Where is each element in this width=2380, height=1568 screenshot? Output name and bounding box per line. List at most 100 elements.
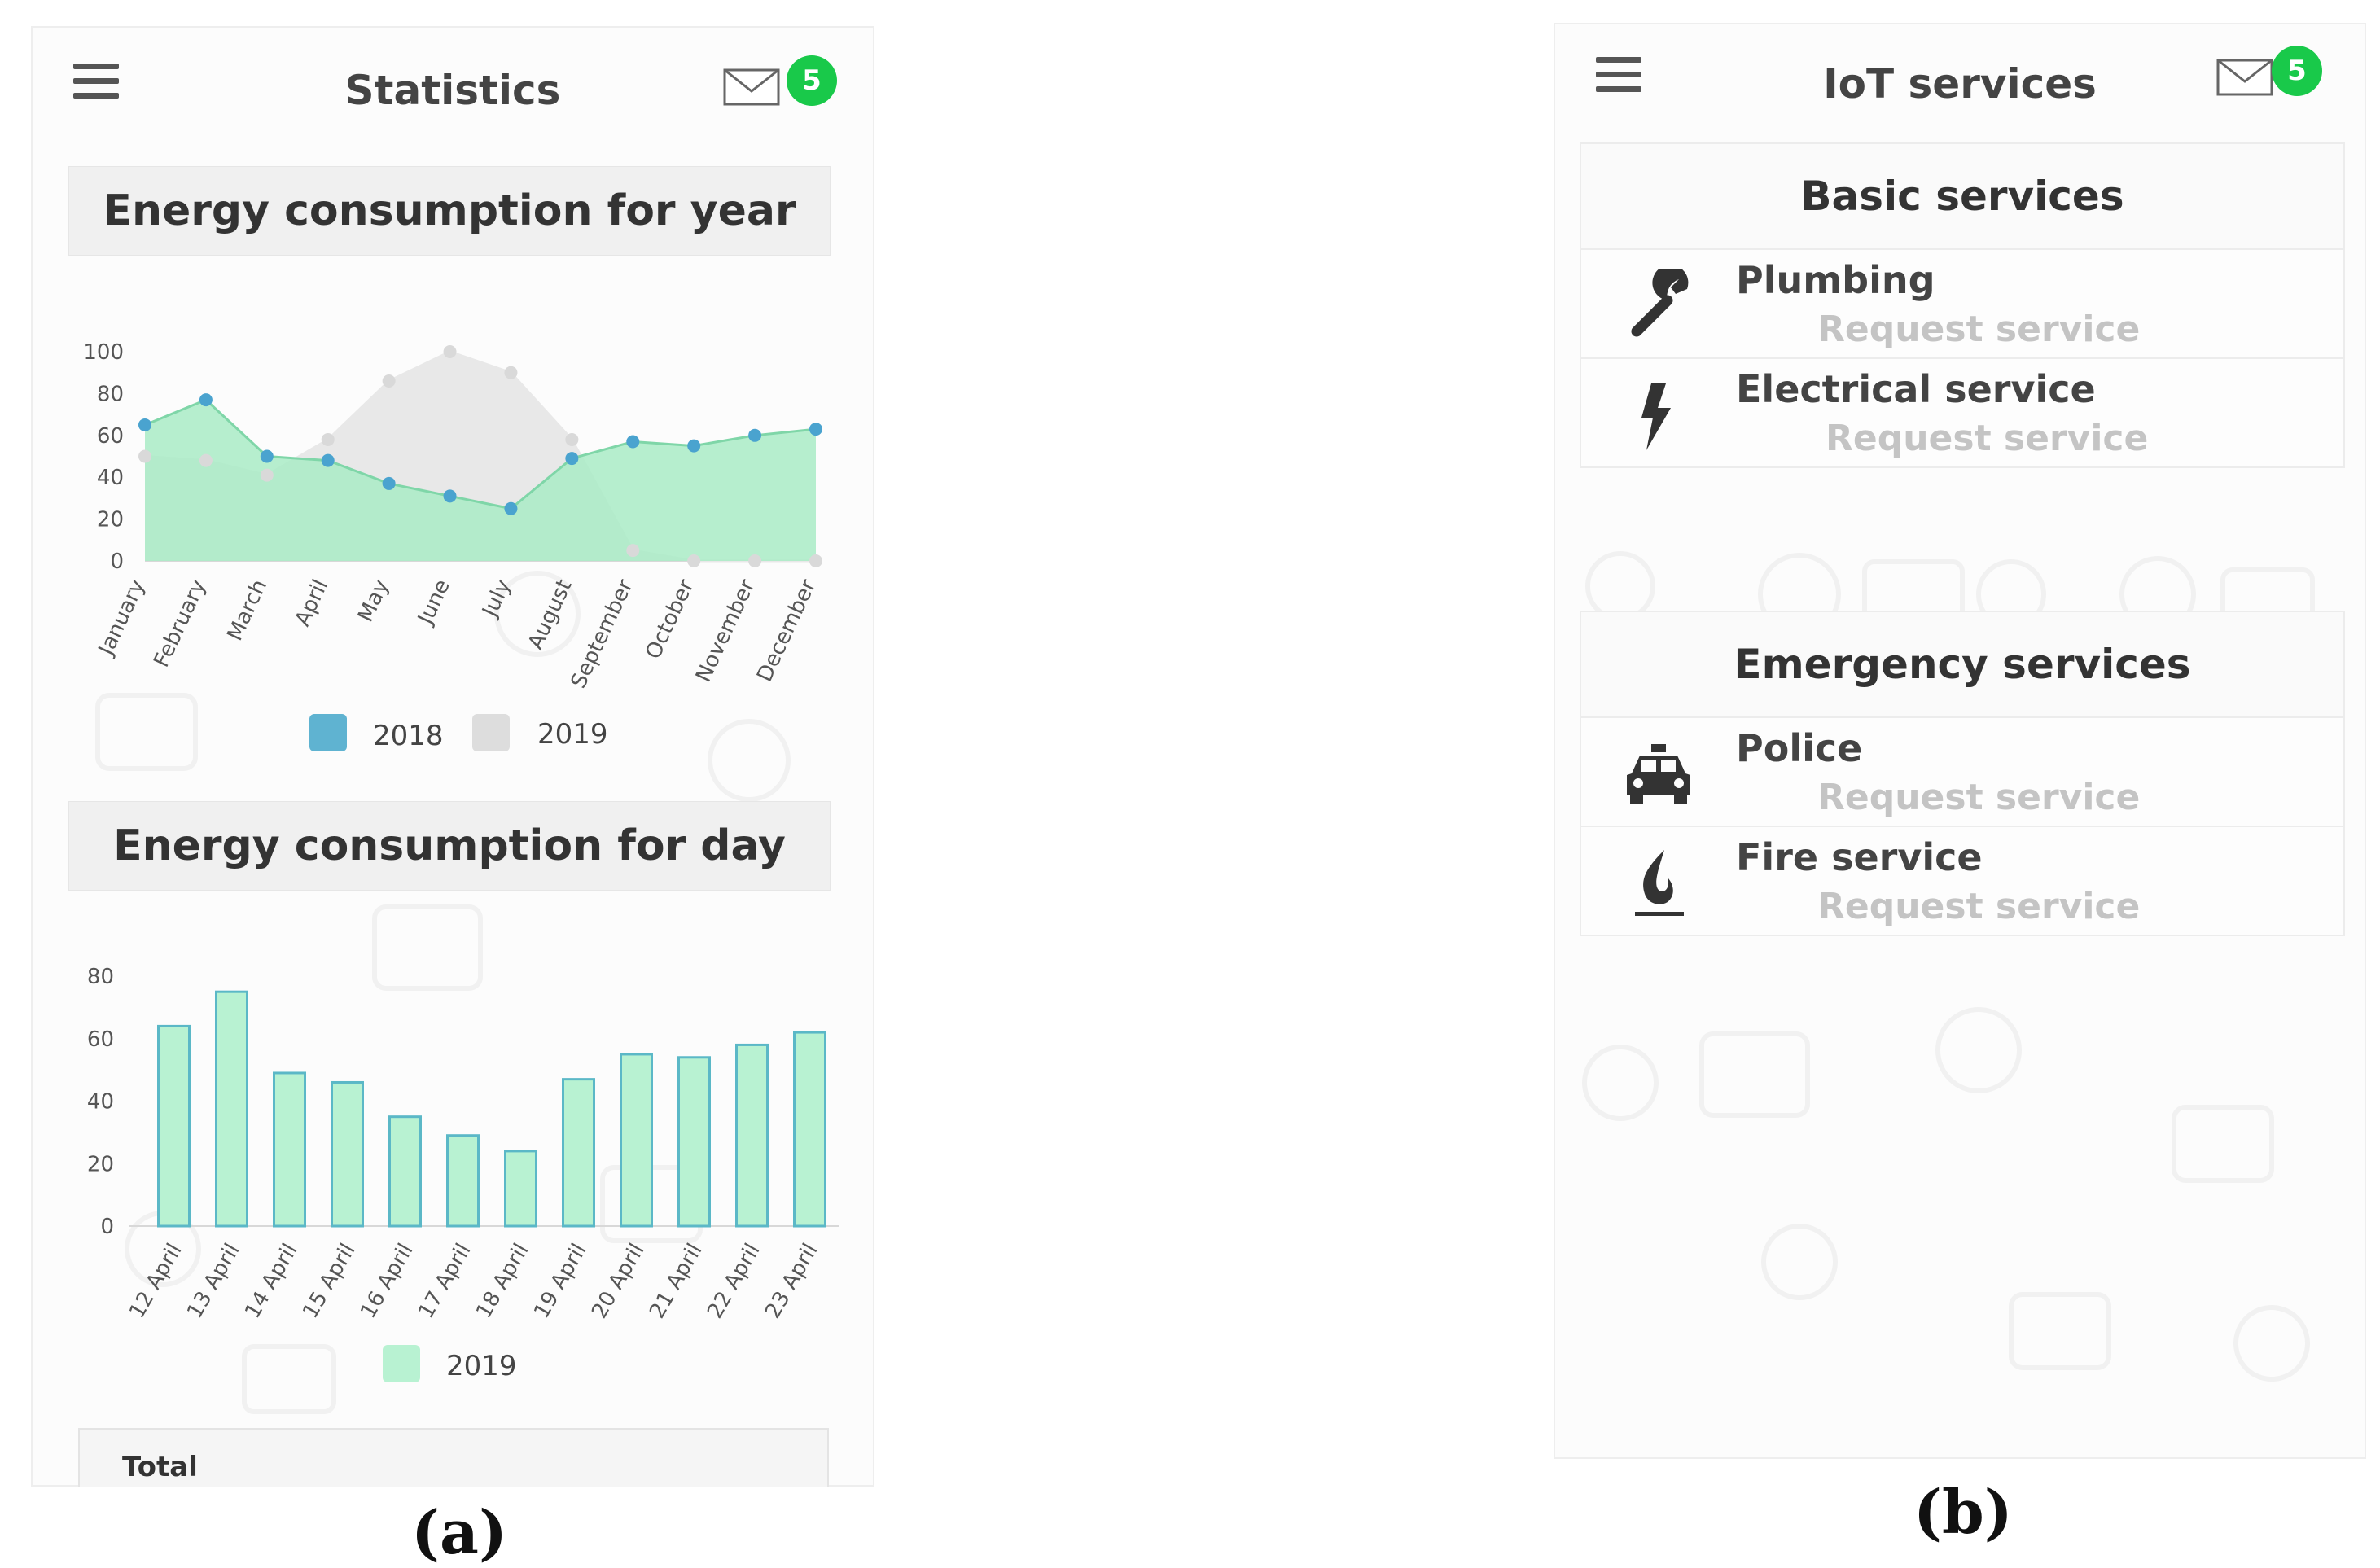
service-row-plumbing[interactable]: Plumbing Request service [1581,250,2343,359]
basic-services-title: Basic services [1581,144,2343,250]
bar [157,1024,191,1228]
legend-swatch-2018 [309,714,347,751]
request-service-link[interactable]: Request service [1817,777,2140,818]
mail-icon[interactable] [2216,59,2273,96]
service-row-electrical[interactable]: Electrical service Request service [1581,359,2343,466]
y-tick-label: 60 [87,1027,114,1052]
x-tick-label: 17 April [414,1240,476,1323]
x-tick-label: 13 April [182,1240,244,1323]
bar [331,1080,364,1228]
x-tick-label: 16 April [356,1240,418,1323]
total-label: Total [122,1451,198,1483]
bar [677,1056,711,1228]
x-tick-label: December [752,576,821,685]
data-point-2018 [321,453,335,467]
x-tick-label: July [477,576,516,622]
service-row-police[interactable]: Police Request service [1581,718,2343,827]
request-service-link[interactable]: Request service [1826,418,2148,459]
bar [562,1078,595,1228]
data-point-2019 [809,554,822,567]
notification-badge: 5 [2272,46,2322,96]
iot-services-screen: IoT services 5 Basic services Plumbing R… [1554,23,2366,1459]
flame-icon [1635,850,1684,916]
request-service-link[interactable]: Request service [1817,886,2140,927]
bar [215,990,248,1228]
y-tick-label: 100 [83,340,124,365]
legend-swatch-day-2019 [383,1345,420,1382]
bar [273,1071,306,1228]
data-point-2018 [443,489,457,503]
data-point-2018 [687,439,701,453]
data-point-2018 [260,449,274,463]
x-tick-label: 12 April [125,1240,186,1323]
data-point-2019 [565,432,579,446]
year-energy-chart: 0 20 40 60 80 100 January February March April May… [83,340,822,692]
data-point-2019 [382,374,396,388]
y-tick-label: 60 [97,424,124,449]
app-header: Statistics 5 [33,28,873,150]
x-tick-label: 23 April [760,1240,822,1323]
y-tick-label: 0 [110,550,124,574]
x-tick-label: 19 April [529,1240,591,1323]
x-tick-label: 20 April [587,1240,649,1323]
data-point-2018 [626,435,640,449]
legend-label-2019: 2019 [537,718,608,751]
x-tick-label: May [353,576,394,625]
y-tick-label: 20 [97,508,124,532]
bar [388,1115,422,1228]
statistics-screen: Statistics 5 Energy consumption for year… [31,26,874,1487]
x-tick-label: January [94,576,151,660]
y-tick-label: 80 [97,382,124,406]
x-tick-label: March [222,576,272,645]
data-point-2018 [565,452,579,466]
x-tick-label: August [524,576,577,653]
x-tick-label: April [291,576,333,630]
emergency-services-card: Emergency services Police Request servic… [1580,611,2345,936]
notification-badge: 5 [787,55,837,106]
y-tick-label: 40 [97,466,124,490]
police-car-icon [1627,744,1690,804]
bar [504,1150,537,1228]
data-point-2019 [260,468,274,482]
emergency-services-title: Emergency services [1581,612,2343,718]
day-energy-chart: 0 20 40 60 80 12 April13 April14 April15 Apri… [87,965,839,1323]
mail-icon[interactable] [723,68,780,106]
y-tick-label: 0 [100,1215,114,1239]
bar [735,1043,769,1228]
service-name: Police [1736,726,1863,770]
data-point-2018 [809,423,822,436]
request-service-link[interactable]: Request service [1817,309,2140,350]
x-tick-label: June [413,576,455,629]
data-point-2019 [138,449,151,463]
x-tick-label: February [149,576,211,671]
data-point-2019 [443,345,457,358]
year-chart-title: Energy consumption for year [68,166,831,256]
data-point-2018 [382,476,396,490]
x-tick-label: September [567,576,638,692]
lightning-icon [1641,383,1671,450]
y-tick-label: 20 [87,1152,114,1176]
service-row-fire[interactable]: Fire service Request service [1581,827,2343,935]
legend-label-2018: 2018 [373,720,444,752]
caption-b: (b) [1913,1478,2013,1548]
service-name: Electrical service [1736,367,2096,411]
data-point-2018 [199,393,213,407]
data-point-2019 [504,366,518,379]
data-point-2018 [748,428,762,442]
legend-label-day-2019: 2019 [446,1350,517,1382]
data-point-2019 [687,554,701,567]
total-panel: Total [78,1428,829,1487]
bar [793,1031,826,1228]
service-name: Fire service [1736,835,1983,879]
data-point-2018 [138,418,151,431]
data-point-2019 [321,432,335,446]
x-tick-label: 15 April [298,1240,360,1323]
bar [620,1053,653,1228]
x-tick-label: 21 April [645,1240,707,1323]
wrench-icon [1631,269,1689,337]
x-tick-label: October [641,576,699,663]
x-tick-label: 14 April [240,1240,302,1323]
x-tick-label: 18 April [471,1240,533,1323]
y-tick-label: 40 [87,1090,114,1115]
data-point-2018 [504,501,518,515]
